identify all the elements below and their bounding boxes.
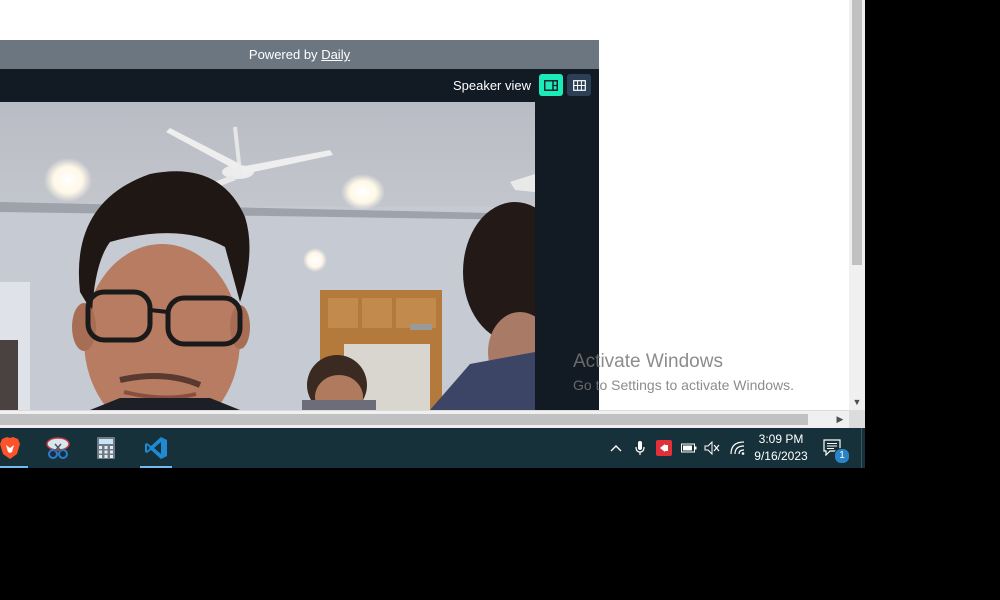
show-desktop-button[interactable]	[861, 428, 866, 468]
participant-video[interactable]	[0, 102, 535, 410]
system-clock[interactable]: 3:09 PM 9/16/2023	[750, 431, 812, 465]
notification-count-badge: 1	[834, 448, 850, 464]
wifi-icon[interactable]	[730, 440, 746, 456]
windows-taskbar: 3:09 PM 9/16/2023 1	[0, 428, 865, 468]
microphone-icon[interactable]	[632, 440, 648, 456]
screen-recorder-icon[interactable]	[656, 440, 672, 456]
powered-by-bar: Powered by Daily	[0, 40, 599, 69]
clock-time: 3:09 PM	[758, 432, 804, 446]
browser-page: Powered by Daily Speaker view Activate W…	[0, 0, 849, 410]
calculator-taskbar-button[interactable]	[86, 428, 126, 468]
visual-studio-code-taskbar-button[interactable]	[136, 428, 176, 468]
snipping-tool-taskbar-button[interactable]	[38, 428, 78, 468]
horizontal-scrollbar[interactable]: ▶	[0, 410, 865, 428]
vscode-icon	[145, 437, 167, 459]
activate-windows-title: Activate Windows	[573, 351, 723, 372]
scrollbar-corner	[849, 411, 865, 428]
battery-icon[interactable]	[681, 440, 697, 456]
scroll-down-arrow-icon[interactable]: ▼	[849, 396, 865, 408]
vertical-scroll-thumb[interactable]	[852, 0, 862, 265]
snipping-tool-icon	[46, 437, 70, 459]
show-hidden-icons-chevron-icon[interactable]	[608, 440, 624, 456]
calculator-icon	[97, 437, 115, 459]
powered-by-text: Powered by	[248, 47, 318, 62]
vertical-scrollbar[interactable]: ▼	[849, 0, 865, 410]
horizontal-scroll-thumb[interactable]	[0, 414, 808, 425]
view-mode-label: Speaker view	[452, 78, 531, 93]
clock-date: 9/16/2023	[754, 449, 808, 463]
grid-view-button[interactable]	[567, 74, 591, 96]
scroll-right-arrow-icon[interactable]: ▶	[833, 411, 847, 428]
speaker-view-icon	[544, 79, 558, 91]
brave-browser-taskbar-button[interactable]	[0, 428, 30, 468]
grid-view-icon	[572, 79, 586, 91]
speaker-view-button[interactable]	[539, 74, 563, 96]
volume-muted-icon[interactable]	[704, 440, 720, 456]
video-frame-image	[0, 102, 535, 410]
daily-link[interactable]: Daily	[321, 47, 350, 62]
video-call-frame: Powered by Daily Speaker view	[0, 40, 599, 410]
activate-windows-subtitle: Go to Settings to activate Windows.	[573, 377, 794, 393]
call-toolbar: Speaker view	[0, 69, 599, 102]
brave-lion-icon	[0, 437, 20, 459]
activate-windows-watermark: Activate Windows Go to Settings to activ…	[573, 351, 794, 393]
active-indicator	[0, 466, 28, 468]
active-indicator	[140, 466, 172, 468]
